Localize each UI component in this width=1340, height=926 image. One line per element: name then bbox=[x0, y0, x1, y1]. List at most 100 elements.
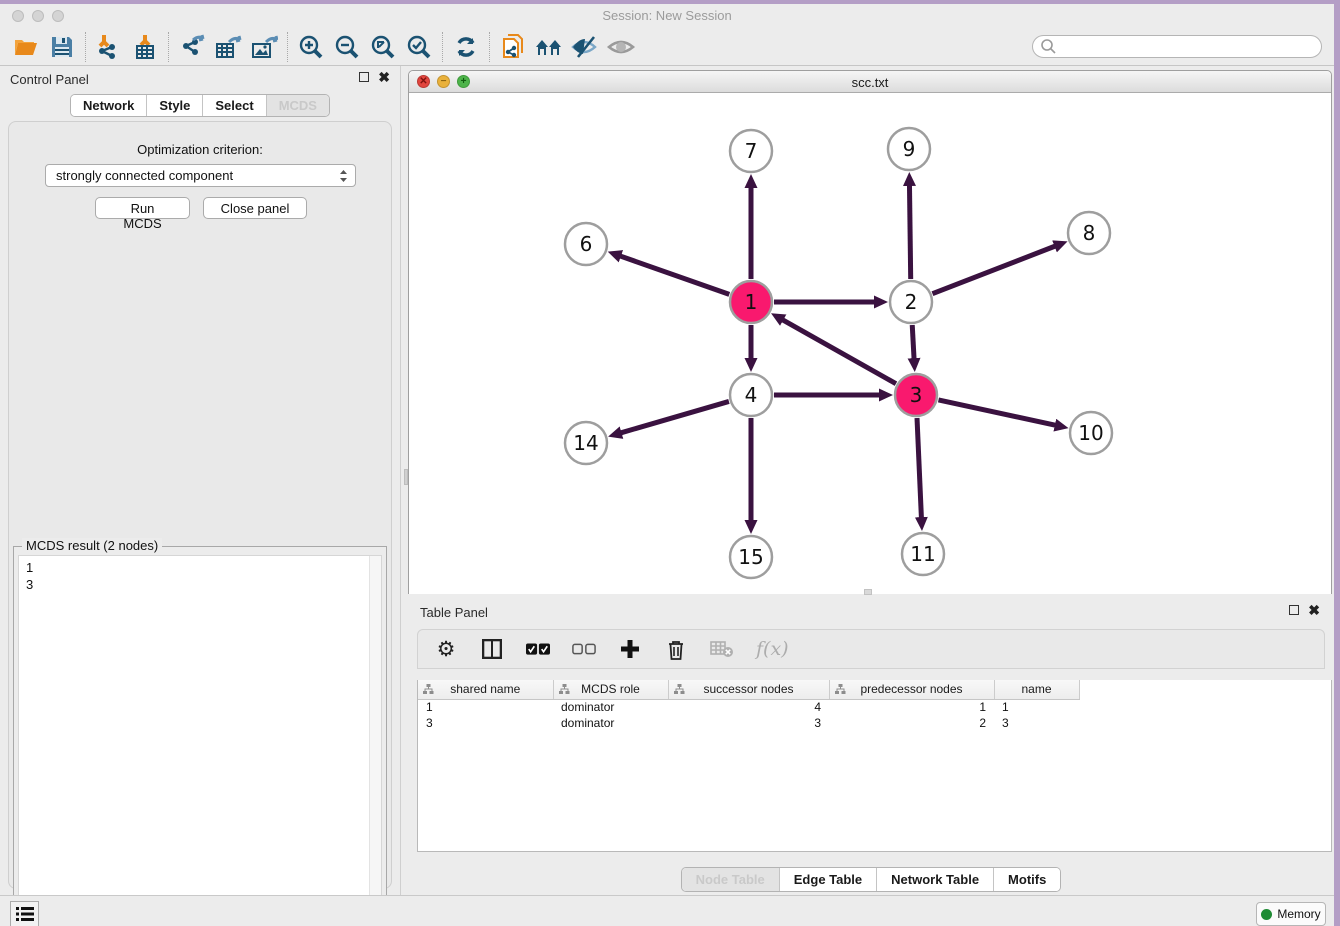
criterion-value: strongly connected component bbox=[56, 168, 233, 183]
table-panel: Table Panel ✖ ⚙ bbox=[408, 599, 1334, 895]
column-header-name[interactable]: name bbox=[994, 680, 1079, 699]
mcds-result-box: MCDS result (2 nodes) 1 3 bbox=[13, 546, 387, 924]
graph-node-11[interactable]: 11 bbox=[902, 533, 944, 575]
graph-edge-3-11[interactable] bbox=[917, 418, 921, 518]
graph-node-1[interactable]: 1 bbox=[730, 281, 772, 323]
close-panel-button[interactable]: Close panel bbox=[203, 197, 307, 219]
result-scrollbar[interactable] bbox=[369, 556, 381, 918]
graph-node-6[interactable]: 6 bbox=[565, 223, 607, 265]
save-session-icon[interactable] bbox=[44, 31, 80, 63]
graph-node-4[interactable]: 4 bbox=[730, 374, 772, 416]
graph-node-3[interactable]: 3 bbox=[895, 374, 937, 416]
criterion-select[interactable]: strongly connected component bbox=[45, 164, 356, 187]
svg-text:3: 3 bbox=[910, 383, 923, 407]
fit-content-icon[interactable] bbox=[365, 31, 401, 63]
network-graph-canvas[interactable]: 7 9 6 8 1 2 4 3 14 10 15 11 bbox=[409, 93, 1331, 594]
graph-edge-1-6[interactable] bbox=[620, 256, 729, 294]
svg-text:14: 14 bbox=[573, 431, 598, 455]
memory-status-icon bbox=[1261, 909, 1272, 920]
search-icon bbox=[1040, 38, 1057, 55]
network-window-title: scc.txt bbox=[409, 75, 1331, 90]
memory-button[interactable]: Memory bbox=[1256, 902, 1326, 926]
graph-node-15[interactable]: 15 bbox=[730, 536, 772, 578]
tab-network-table[interactable]: Network Table bbox=[877, 868, 994, 891]
add-icon[interactable] bbox=[618, 637, 642, 661]
graph-node-7[interactable]: 7 bbox=[730, 130, 772, 172]
import-network-icon[interactable] bbox=[91, 31, 127, 63]
svg-text:2: 2 bbox=[905, 290, 918, 314]
graph-edge-3-10[interactable] bbox=[938, 400, 1055, 425]
graph-edge-2-9[interactable] bbox=[909, 185, 910, 279]
float-panel-icon[interactable] bbox=[1289, 605, 1299, 615]
svg-text:8: 8 bbox=[1083, 221, 1096, 245]
tab-edge-table[interactable]: Edge Table bbox=[780, 868, 877, 891]
node-table: shared nameMCDS rolesuccessor nodesprede… bbox=[417, 680, 1332, 852]
column-header-predecessor-nodes[interactable]: predecessor nodes bbox=[829, 680, 994, 699]
tab-node-table[interactable]: Node Table bbox=[682, 868, 780, 891]
refresh-icon[interactable] bbox=[448, 31, 484, 63]
graph-node-14[interactable]: 14 bbox=[565, 422, 607, 464]
tab-style[interactable]: Style bbox=[147, 95, 203, 116]
table-panel-title: Table Panel bbox=[420, 605, 488, 620]
graph-node-8[interactable]: 8 bbox=[1068, 212, 1110, 254]
columns-icon[interactable] bbox=[480, 637, 504, 661]
table-toolbar: ⚙ f(x) bbox=[417, 629, 1325, 669]
list-icon bbox=[16, 906, 34, 922]
delete-icon[interactable] bbox=[664, 637, 688, 661]
status-bar: Memory bbox=[0, 895, 1334, 926]
close-panel-icon[interactable]: ✖ bbox=[378, 72, 390, 82]
export-image-icon[interactable] bbox=[246, 31, 282, 63]
run-mcds-button[interactable]: Run MCDS bbox=[95, 197, 190, 219]
tab-motifs[interactable]: Motifs bbox=[994, 868, 1060, 891]
search-input[interactable] bbox=[1057, 38, 1321, 56]
delete-table-icon[interactable] bbox=[710, 637, 734, 661]
import-table-icon[interactable] bbox=[127, 31, 163, 63]
hide-annotations-icon[interactable] bbox=[567, 31, 603, 63]
graph-edge-2-3[interactable] bbox=[912, 325, 914, 359]
zoom-selected-icon[interactable] bbox=[401, 31, 437, 63]
first-neighbors-icon[interactable] bbox=[531, 31, 567, 63]
tab-mcds[interactable]: MCDS bbox=[267, 95, 329, 116]
task-history-button[interactable] bbox=[10, 901, 39, 926]
select-all-checkboxes-icon[interactable] bbox=[526, 637, 550, 661]
export-table-icon[interactable] bbox=[210, 31, 246, 63]
tab-select[interactable]: Select bbox=[203, 95, 266, 116]
panel-splitter-handle[interactable] bbox=[864, 589, 872, 595]
graph-node-9[interactable]: 9 bbox=[888, 128, 930, 170]
column-header-MCDS-role[interactable]: MCDS role bbox=[553, 680, 668, 699]
window-titlebar: Session: New Session bbox=[0, 4, 1334, 28]
window-title: Session: New Session bbox=[0, 8, 1334, 23]
settings-gear-icon[interactable]: ⚙ bbox=[434, 637, 458, 661]
graph-edge-2-8[interactable] bbox=[932, 246, 1055, 294]
column-header-shared-name[interactable]: shared name bbox=[418, 680, 553, 699]
optimization-criterion-label: Optimization criterion: bbox=[9, 142, 391, 157]
network-window-titlebar[interactable]: ✕ − + scc.txt bbox=[409, 71, 1331, 93]
show-annotations-icon[interactable] bbox=[603, 31, 639, 63]
table-row[interactable]: 3dominator323 bbox=[418, 715, 1079, 731]
zoom-out-icon[interactable] bbox=[329, 31, 365, 63]
graph-edge-3-1[interactable] bbox=[782, 320, 896, 384]
clone-network-icon[interactable] bbox=[495, 31, 531, 63]
float-panel-icon[interactable] bbox=[359, 72, 369, 82]
chevron-up-down-icon bbox=[338, 168, 349, 187]
tab-network[interactable]: Network bbox=[71, 95, 147, 116]
svg-text:10: 10 bbox=[1078, 421, 1103, 445]
toolbar-separator bbox=[489, 32, 490, 62]
panel-splitter-handle[interactable] bbox=[404, 469, 408, 485]
open-session-icon[interactable] bbox=[8, 31, 44, 63]
table-row[interactable]: 1dominator411 bbox=[418, 699, 1079, 715]
graph-edge-4-14[interactable] bbox=[621, 401, 729, 433]
close-panel-icon[interactable]: ✖ bbox=[1308, 605, 1320, 615]
svg-text:6: 6 bbox=[580, 232, 593, 256]
column-header-successor-nodes[interactable]: successor nodes bbox=[668, 680, 829, 699]
function-builder-icon[interactable]: f(x) bbox=[756, 638, 789, 660]
main-toolbar bbox=[0, 28, 1334, 66]
svg-text:11: 11 bbox=[910, 542, 935, 566]
mcds-result-text[interactable]: 1 3 bbox=[18, 555, 382, 919]
graph-node-2[interactable]: 2 bbox=[890, 281, 932, 323]
zoom-in-icon[interactable] bbox=[293, 31, 329, 63]
graph-node-10[interactable]: 10 bbox=[1070, 412, 1112, 454]
memory-label: Memory bbox=[1277, 907, 1320, 921]
deselect-all-checkboxes-icon[interactable] bbox=[572, 637, 596, 661]
export-network-icon[interactable] bbox=[174, 31, 210, 63]
